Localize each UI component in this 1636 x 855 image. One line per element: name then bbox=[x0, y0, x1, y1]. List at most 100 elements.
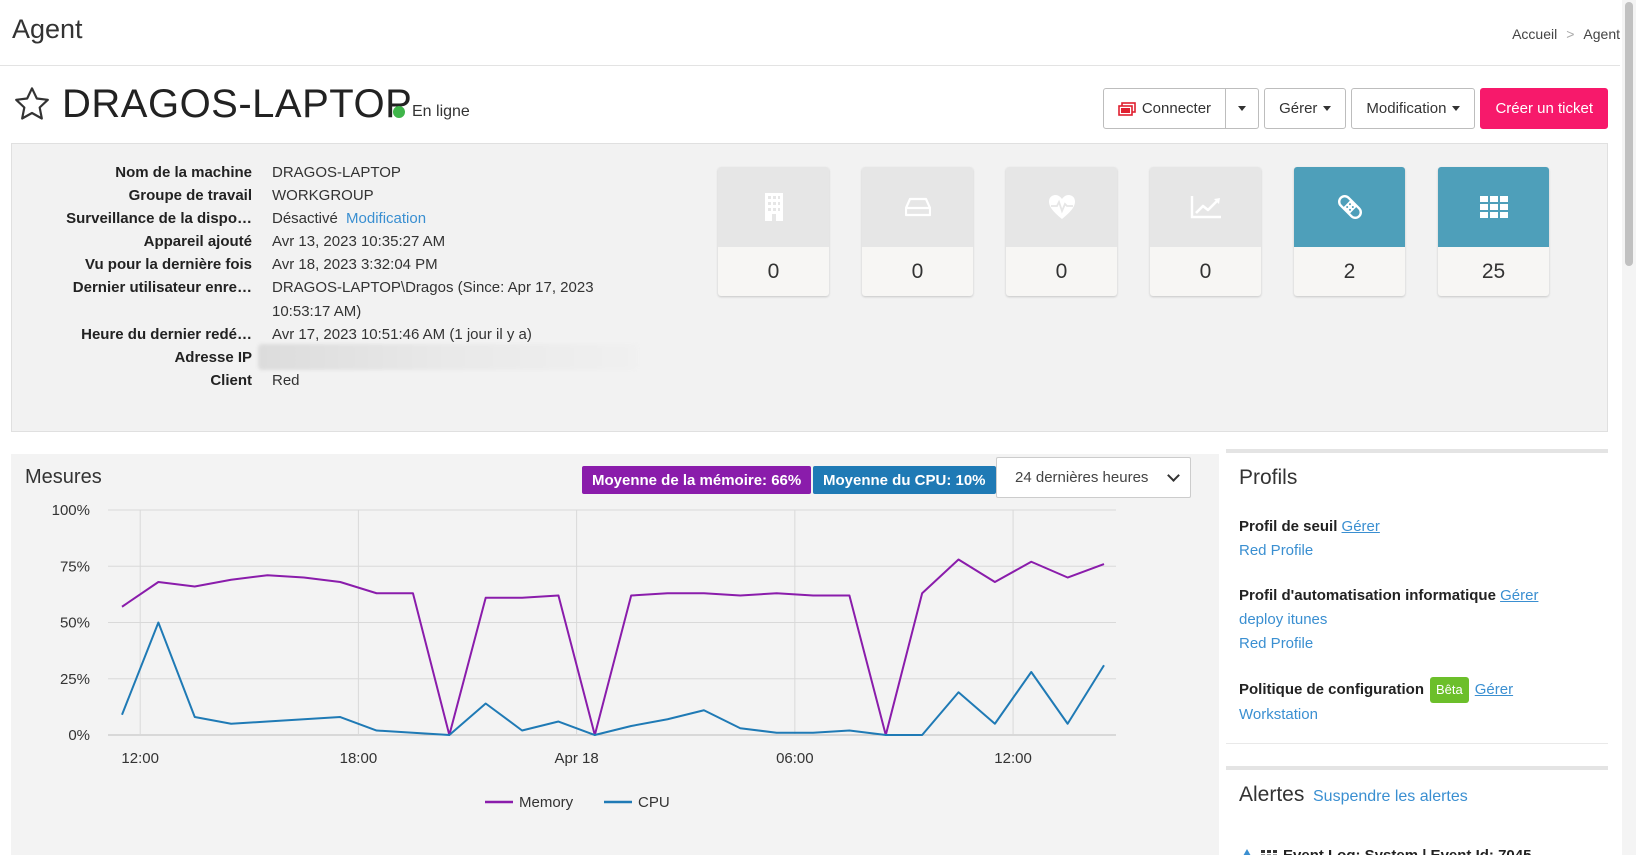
chart-line-icon bbox=[1190, 196, 1221, 219]
hard-drive-icon bbox=[904, 197, 931, 217]
connect-button[interactable]: Connecter bbox=[1102, 88, 1227, 129]
x-tick-label: Apr 18 bbox=[555, 750, 599, 767]
beta-badge: Bêta bbox=[1430, 677, 1469, 703]
caret-down-icon bbox=[1323, 106, 1332, 111]
create-ticket-button[interactable]: Créer un ticket bbox=[1480, 88, 1608, 129]
workgroup-value: WORKGROUP bbox=[272, 187, 374, 204]
warning-icon bbox=[1243, 848, 1251, 855]
breadcrumb-current: Agent bbox=[1583, 26, 1620, 42]
grid-icon bbox=[1479, 196, 1508, 218]
modify-label: Modification bbox=[1366, 100, 1447, 117]
threshold-manage-link[interactable]: Gérer bbox=[1342, 518, 1380, 535]
automation-profile-link[interactable]: deploy itunes bbox=[1239, 611, 1327, 628]
action-toolbar: Connecter Gérer Modification Créer un ti… bbox=[1102, 88, 1608, 129]
last-seen-value: Avr 18, 2023 3:32:04 PM bbox=[272, 256, 438, 273]
monitoring-value: Désactivé bbox=[272, 210, 338, 227]
status-indicator: En ligne bbox=[393, 103, 470, 121]
summary-tiles: 0 0 0 0 2 25 bbox=[718, 167, 1549, 296]
suspend-alerts-link[interactable]: Suspendre les alertes bbox=[1313, 788, 1468, 806]
ip-label: Adresse IP bbox=[174, 349, 252, 366]
monitoring-value-wrap: Désactivé Modification bbox=[272, 207, 672, 231]
y-tick-label: 75% bbox=[60, 558, 90, 575]
config-policy: Politique de configuration Bêta Gérer Work… bbox=[1239, 677, 1513, 727]
last-user-value: DRAGOS-LAPTOP\Dragos (Since: Apr 17, 202… bbox=[272, 279, 594, 320]
device-info-panel: Nom de la machine DRAGOS-LAPTOP Groupe d… bbox=[11, 143, 1608, 432]
client-label: Client bbox=[210, 372, 252, 389]
caret-down-icon bbox=[1238, 106, 1247, 111]
y-tick-label: 0% bbox=[68, 727, 90, 744]
automation-manage-link[interactable]: Gérer bbox=[1500, 587, 1538, 604]
metrics-title: Mesures bbox=[25, 466, 102, 488]
tile-value: 0 bbox=[911, 259, 924, 283]
x-tick-label: 12:00 bbox=[121, 750, 159, 767]
legend-label-memory: Memory bbox=[519, 794, 574, 811]
series-line-memory bbox=[121, 558, 1105, 736]
time-range-select[interactable]: 24 dernières heures bbox=[996, 457, 1191, 498]
alerts-title: Alertes bbox=[1239, 783, 1305, 806]
tile-software[interactable]: 25 bbox=[1438, 167, 1549, 296]
alerts-panel: Alertes Suspendre les alertes Event Log:… bbox=[1226, 766, 1608, 855]
page-title: Agent bbox=[12, 14, 83, 44]
added-value: Avr 13, 2023 10:35:27 AM bbox=[272, 233, 446, 250]
memory-average-badge: Moyenne de la mémoire: 66% bbox=[582, 466, 812, 494]
threshold-profile-link[interactable]: Red Profile bbox=[1239, 542, 1313, 559]
breadcrumb: Accueil > Agent bbox=[1512, 26, 1620, 42]
metrics-chart: 0% 25% 50% 75% 100% 12:00 18:00 Apr 18 06:00 12:0… bbox=[52, 504, 1116, 811]
manage-label: Gérer bbox=[1279, 100, 1318, 117]
tile-building[interactable]: 0 bbox=[718, 167, 829, 296]
breadcrumb-separator: > bbox=[1566, 26, 1575, 42]
workgroup-label: Groupe de travail bbox=[128, 187, 252, 204]
modify-button[interactable]: Modification bbox=[1351, 88, 1476, 129]
cpu-average-badge: Moyenne du CPU: 10% bbox=[813, 466, 996, 494]
page-scrollbar[interactable] bbox=[1622, 0, 1636, 855]
alert-item-label: Event Log: System | Event Id: 7045 bbox=[1283, 847, 1531, 855]
y-tick-label: 100% bbox=[52, 504, 90, 519]
tile-value: 0 bbox=[1199, 259, 1212, 283]
redacted-ip-blur bbox=[258, 344, 638, 370]
automation-profile: Profil d'automatisation informatique Gér… bbox=[1239, 584, 1538, 656]
scrollbar-thumb[interactable] bbox=[1625, 2, 1633, 266]
time-range-value: 24 dernières heures bbox=[1015, 469, 1149, 486]
metrics-panel: Mesures Moyenne de la mémoire: 66% Moyen… bbox=[11, 454, 1219, 855]
alert-item[interactable]: Event Log: System | Event Id: 7045 bbox=[1239, 847, 1531, 855]
threshold-profile-label: Profil de seuil bbox=[1239, 518, 1338, 535]
grid-icon bbox=[1261, 849, 1277, 855]
tile-patches[interactable]: 2 bbox=[1294, 167, 1405, 296]
x-tick-label: 18:00 bbox=[340, 750, 378, 767]
connect-dropdown-toggle[interactable] bbox=[1226, 88, 1260, 129]
building-icon bbox=[764, 193, 783, 221]
tile-health[interactable]: 0 bbox=[1006, 167, 1117, 296]
tile-performance[interactable]: 0 bbox=[1150, 167, 1261, 296]
last-reboot-label: Heure du dernier redé… bbox=[81, 326, 252, 343]
tile-hard-drive[interactable]: 0 bbox=[862, 167, 973, 296]
tile-value: 2 bbox=[1343, 259, 1356, 283]
added-label: Appareil ajouté bbox=[143, 233, 252, 250]
client-link[interactable]: Red bbox=[272, 369, 672, 393]
caret-down-icon bbox=[1452, 106, 1461, 111]
threshold-profile: Profil de seuil Gérer Red Profile bbox=[1239, 515, 1380, 563]
automation-profile-link[interactable]: Red Profile bbox=[1239, 635, 1313, 652]
monitoring-label: Surveillance de la dispo… bbox=[66, 210, 252, 227]
profiles-panel: Profils Profil de seuil Gérer Red Profil… bbox=[1226, 449, 1608, 744]
top-bar: Agent Accueil > Agent bbox=[0, 0, 1620, 66]
config-policy-label: Politique de configuration bbox=[1239, 681, 1424, 698]
heart-pulse-icon bbox=[1048, 195, 1075, 219]
connect-button-group: Connecter bbox=[1102, 88, 1260, 129]
machine-name-value: DRAGOS-LAPTOP bbox=[272, 164, 401, 181]
config-policy-link[interactable]: Workstation bbox=[1239, 706, 1318, 723]
favorite-star-icon[interactable] bbox=[12, 84, 52, 124]
device-header: DRAGOS-LAPTOP En ligne Connecter Gérer M… bbox=[12, 80, 1608, 136]
device-name: DRAGOS-LAPTOP bbox=[62, 82, 413, 126]
monitoring-modify-link[interactable]: Modification bbox=[346, 210, 426, 227]
manage-button[interactable]: Gérer bbox=[1264, 88, 1347, 129]
breadcrumb-home-link[interactable]: Accueil bbox=[1512, 26, 1557, 42]
online-dot-icon bbox=[393, 106, 405, 118]
y-tick-label: 50% bbox=[60, 615, 90, 632]
status-label: En ligne bbox=[412, 103, 470, 120]
chevron-down-icon bbox=[1167, 469, 1180, 482]
x-tick-label: 12:00 bbox=[994, 750, 1032, 767]
remote-desktop-icon bbox=[1118, 101, 1136, 116]
tile-value: 25 bbox=[1481, 259, 1506, 283]
last-seen-label: Vu pour la dernière fois bbox=[85, 256, 252, 273]
config-manage-link[interactable]: Gérer bbox=[1475, 681, 1513, 698]
